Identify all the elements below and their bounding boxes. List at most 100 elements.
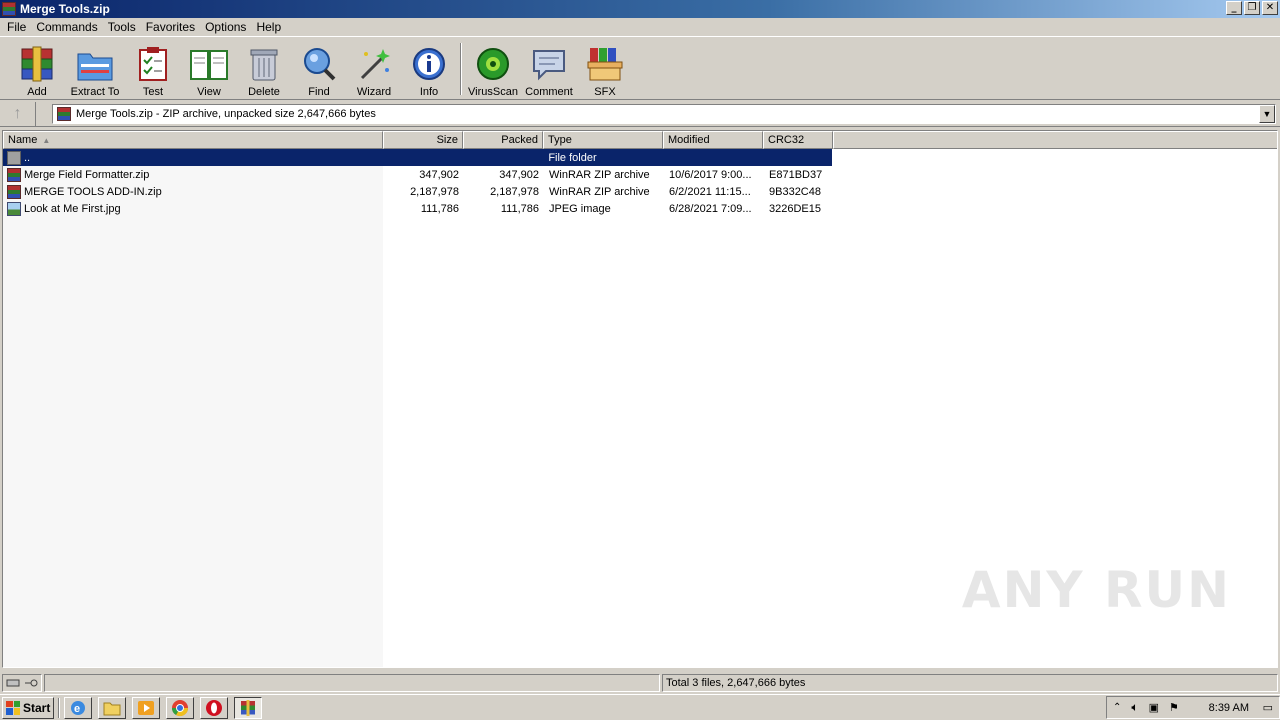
view-label: View	[197, 86, 221, 98]
file-name: ..	[24, 151, 31, 164]
delete-label: Delete	[248, 86, 280, 98]
dropdown-arrow-icon[interactable]: ▼	[1259, 105, 1275, 123]
status-total: Total 3 files, 2,647,666 bytes	[662, 674, 1278, 692]
sfx-label: SFX	[594, 86, 616, 98]
media-player-icon[interactable]	[132, 696, 160, 719]
file-packed: 111,786	[500, 202, 539, 215]
menu-file[interactable]: File	[2, 20, 31, 34]
system-tray: ⌃ 🔈︎ ▣ ⚑ 8:39 AM ▭	[1106, 696, 1280, 719]
network-icon[interactable]: ▣	[1149, 701, 1159, 714]
show-desktop-icon[interactable]: ▭	[1263, 701, 1273, 714]
add-button[interactable]: Add	[8, 38, 66, 98]
find-label: Find	[308, 86, 330, 98]
file-rows: .. File folder Merge Field Formatter.zip…	[3, 149, 833, 217]
column-header-size[interactable]: Size	[383, 131, 463, 149]
column-header-type[interactable]: Type	[543, 131, 663, 149]
menu-bar: File Commands Tools Favorites Options He…	[0, 18, 1280, 37]
zip-file-icon	[7, 184, 21, 199]
sfx-box-icon	[585, 44, 625, 84]
menu-options[interactable]: Options	[200, 20, 251, 34]
comment-button[interactable]: Comment	[520, 38, 578, 98]
minimize-button[interactable]: _	[1226, 1, 1242, 15]
column-header-name[interactable]: Name ▲	[3, 131, 383, 149]
info-label: Info	[419, 86, 439, 98]
address-row: ↑ Merge Tools.zip - ZIP archive, unpacke…	[0, 101, 1280, 127]
list-header: Name ▲ Size Packed Type Modified CRC32	[3, 131, 1277, 149]
name-column-background	[3, 149, 383, 667]
file-list: Name ▲ Size Packed Type Modified CRC32 ..…	[2, 130, 1278, 668]
menu-commands[interactable]: Commands	[31, 20, 102, 34]
taskbar: Start e ⌃ 🔈︎ ▣ ⚑ 8:39 AM ▭	[0, 694, 1280, 720]
comment-icon	[529, 44, 569, 84]
file-type: JPEG image	[549, 202, 611, 215]
column-header-filler	[833, 131, 1277, 149]
tray-expand-icon[interactable]: ⌃	[1113, 702, 1121, 713]
sfx-button[interactable]: SFX	[578, 38, 632, 98]
close-button[interactable]: ✕	[1262, 1, 1278, 15]
volume-icon[interactable]: 🔈︎	[1131, 700, 1138, 715]
status-bar: Total 3 files, 2,647,666 bytes	[0, 672, 1280, 694]
table-row[interactable]: Look at Me First.jpg 111,786 111,786 JPE…	[3, 200, 833, 217]
clipboard-check-icon	[133, 44, 173, 84]
restore-button[interactable]: ❐	[1244, 1, 1260, 15]
wizard-button[interactable]: Wizard	[346, 38, 402, 98]
virusscan-button[interactable]: VirusScan	[466, 38, 520, 98]
delete-button[interactable]: Delete	[236, 38, 292, 98]
zip-file-icon	[7, 167, 21, 182]
view-button[interactable]: View	[182, 38, 236, 98]
winrar-task-icon[interactable]	[234, 696, 262, 719]
file-name: MERGE TOOLS ADD-IN.zip	[24, 185, 162, 198]
table-row[interactable]: MERGE TOOLS ADD-IN.zip 2,187,978 2,187,9…	[3, 183, 833, 200]
magnifier-icon	[299, 44, 339, 84]
find-button[interactable]: Find	[292, 38, 346, 98]
start-button[interactable]: Start	[2, 696, 54, 719]
opera-icon[interactable]	[200, 696, 228, 719]
table-row[interactable]: .. File folder	[3, 149, 832, 166]
archive-add-icon	[17, 44, 57, 84]
test-button[interactable]: Test	[124, 38, 182, 98]
file-size: 347,902	[419, 168, 459, 181]
trash-icon	[244, 44, 284, 84]
address-field[interactable]: Merge Tools.zip - ZIP archive, unpacked …	[52, 104, 1276, 124]
key-icon	[25, 679, 38, 687]
file-modified: 6/28/2021 7:09...	[669, 202, 752, 215]
title-bar: Merge Tools.zip _ ❐ ✕	[0, 0, 1280, 18]
window-controls: _ ❐ ✕	[1226, 1, 1278, 15]
image-file-icon	[7, 201, 21, 216]
folder-extract-icon	[75, 44, 115, 84]
column-header-modified[interactable]: Modified	[663, 131, 763, 149]
clock[interactable]: 8:39 AM	[1209, 702, 1249, 714]
magic-wand-icon	[354, 44, 394, 84]
file-crc: 3226DE15	[769, 202, 821, 215]
address-path: Merge Tools.zip - ZIP archive, unpacked …	[76, 108, 376, 120]
table-row[interactable]: Merge Field Formatter.zip 347,902 347,90…	[3, 166, 833, 183]
column-name-label: Name	[8, 134, 38, 146]
explorer-folder-icon[interactable]	[98, 696, 126, 719]
start-label: Start	[23, 700, 51, 715]
extract-to-button[interactable]: Extract To	[66, 38, 124, 98]
add-label: Add	[27, 86, 47, 98]
chrome-icon[interactable]	[166, 696, 194, 719]
book-view-icon	[189, 44, 229, 84]
info-button[interactable]: Info	[402, 38, 456, 98]
menu-help[interactable]: Help	[251, 20, 286, 34]
up-arrow-icon[interactable]: ↑	[0, 101, 36, 126]
menu-tools[interactable]: Tools	[103, 20, 141, 34]
toolbar: Add Extract To Test View Delete Find Wiz…	[0, 38, 1280, 100]
column-header-packed[interactable]: Packed	[463, 131, 543, 149]
svg-text:e: e	[74, 703, 80, 715]
taskbar-separator	[58, 697, 60, 718]
menu-favorites[interactable]: Favorites	[141, 20, 200, 34]
drive-key-icons	[2, 674, 42, 692]
winrar-app-icon[interactable]	[2, 2, 16, 16]
column-header-crc32[interactable]: CRC32	[763, 131, 833, 149]
file-type: WinRAR ZIP archive	[549, 185, 650, 198]
anyrun-watermark: ANY RUN	[961, 561, 1231, 619]
test-label: Test	[142, 86, 164, 98]
flag-icon[interactable]: ⚑	[1169, 701, 1179, 714]
file-type: WinRAR ZIP archive	[549, 168, 650, 181]
file-crc: 9B332C48	[769, 185, 821, 198]
file-name: Merge Field Formatter.zip	[24, 168, 150, 181]
internet-explorer-icon[interactable]: e	[64, 696, 92, 719]
file-packed: 2,187,978	[490, 185, 539, 198]
